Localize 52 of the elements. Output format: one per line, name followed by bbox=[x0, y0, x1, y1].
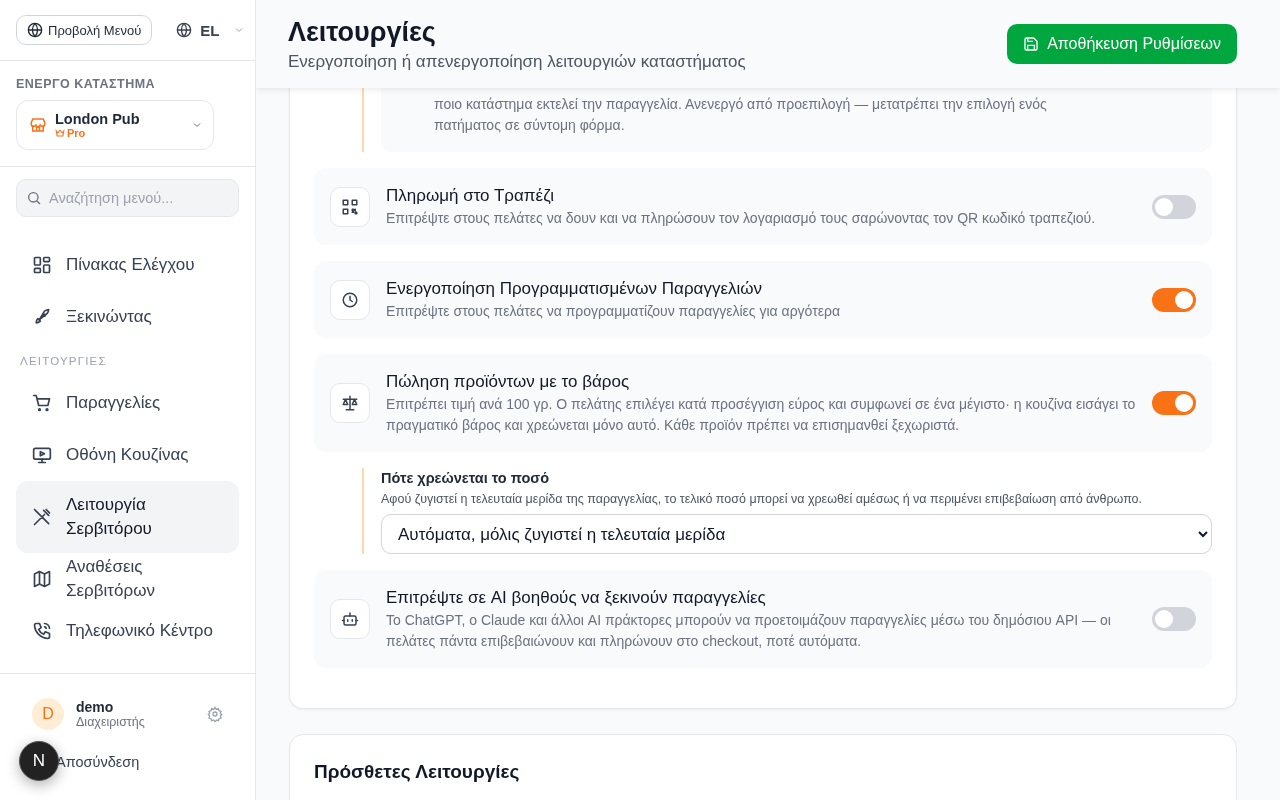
toggle-switch[interactable] bbox=[1152, 391, 1196, 415]
language-selector[interactable]: EL bbox=[172, 21, 250, 39]
robot-icon bbox=[341, 610, 359, 628]
monitor-icon bbox=[32, 445, 52, 465]
page-subtitle: Ενεργοποίηση ή απενεργοποίηση λειτουργιών καταστήματος bbox=[288, 52, 747, 72]
grid-icon bbox=[32, 255, 52, 275]
feature-title: Επιτρέψτε σε AI βοηθούς να ξεκινούν παραγγελίες bbox=[386, 587, 767, 609]
user-name: demo bbox=[76, 699, 115, 715]
globe-icon bbox=[176, 22, 193, 38]
nav-item[interactable]: Παραγγελίες bbox=[16, 377, 239, 429]
nav-item[interactable]: Λειτουργία Σερβιτόρου bbox=[16, 481, 239, 553]
dev-tools-badge[interactable]: N bbox=[19, 741, 59, 781]
toggle-switch[interactable] bbox=[1152, 607, 1196, 631]
clock-icon bbox=[341, 290, 359, 309]
nav-item[interactable]: Τηλεφωνικό Κέντρο bbox=[16, 605, 239, 657]
settings-icon[interactable] bbox=[207, 706, 223, 722]
phone-icon bbox=[32, 621, 52, 641]
map-icon bbox=[32, 569, 52, 589]
feature-title: Πληρωμή στο Τραπέζι bbox=[386, 185, 556, 207]
feature-title: Ενεργοποίηση Προγραμματισμένων Παραγγελιών bbox=[386, 278, 764, 300]
section-label: ΛΕΙΤΟΥΡΓΙΕΣ bbox=[19, 354, 108, 369]
feature-description: Επιτρέπει τιμή ανά 100 γρ. Ο πελάτης επιλέγει κατά προσέγγιση εύρος και συμφωνεί σε ένα μέγιστο· η κουζίνα εισάγει το πραγματικό βάρος και χρεώνεται μόνο αυτό. Κάθε προϊόν πρέπει να επισημανθεί ξεχωριστά. bbox=[386, 395, 1136, 435]
store-icon bbox=[29, 116, 47, 134]
user-role: Διαχειριστής bbox=[76, 715, 146, 729]
save-icon bbox=[1023, 36, 1040, 52]
feature-description: Επιτρέψτε στους πελάτες να δουν και να πληρώσουν τον λογαριασμό τους σαρώνοντας τον QR κωδικό τραπεζιού. bbox=[386, 209, 1097, 228]
nav-item[interactable]: Οθόνη Κουζίνας bbox=[16, 429, 239, 481]
globe-icon bbox=[27, 22, 43, 38]
page-title: Λειτουργίες bbox=[288, 16, 437, 48]
scale-icon bbox=[341, 394, 359, 412]
nav-item[interactable]: Αναθέσεις Σερβιτόρων bbox=[16, 553, 239, 605]
crown-icon bbox=[55, 128, 65, 138]
toggle-switch[interactable] bbox=[1152, 194, 1196, 219]
utensils-crossed-icon bbox=[32, 507, 52, 527]
feature-description: Το ChatGPT, ο Claude και άλλοι AI πράκτορες μπορούν να προετοιμάζουν παραγγελίες μέσω του δημόσιου API — οι πελάτες πάντα επιβεβαιώνουν και πληρώνουν στο checkout, ποτέ αυτόματα. bbox=[386, 611, 1112, 651]
charge-timing-dropdown[interactable]: Αυτόματα, μόλις ζυγιστεί η τελευταία μερίδα bbox=[381, 514, 1212, 554]
section-label: ΕΝΕΡΓΟ ΚΑΤΑΣΤΗΜΑ bbox=[16, 77, 157, 91]
feature-description: Επιτρέψτε στους πελάτες να προγραμματίζουν παραγγελίες για αργότερα bbox=[386, 302, 842, 321]
setting-label: Πότε χρεώνεται το ποσό bbox=[381, 469, 551, 488]
search-field[interactable]: Αναζήτηση μενού... bbox=[16, 179, 239, 217]
menu-view-button[interactable]: Προβολή Μενού bbox=[16, 15, 153, 45]
setting-description: ποιο κατάστημα εκτελεί την παραγγελία. Ανενεργό από προεπιλογή — μετατρέπει την επιλογή ενός πατήματος σε σύντομη φόρμα. bbox=[381, 88, 1212, 152]
feature-title: Πώληση προϊόντων με το βάρος bbox=[386, 371, 631, 393]
nav-item[interactable]: Πίνακας Ελέγχου bbox=[16, 239, 239, 291]
qr-code-icon bbox=[341, 197, 359, 216]
user-avatar: D bbox=[32, 698, 64, 730]
cart-icon bbox=[32, 393, 52, 413]
store-selector[interactable]: London Pub Pro bbox=[16, 100, 214, 150]
nav-item[interactable]: Ξεκινώντας bbox=[16, 291, 239, 343]
toggle-switch[interactable] bbox=[1152, 287, 1196, 312]
card-title: Πρόσθετες Λειτουργίες bbox=[314, 761, 521, 783]
setting-description: Αφού ζυγιστεί η τελευταία μερίδα της παραγγελίας, το τελικό ποσό μπορεί να χρεωθεί αμέσως ή να περιμένει επιβεβαίωση από άνθρωπο. bbox=[381, 492, 1144, 506]
